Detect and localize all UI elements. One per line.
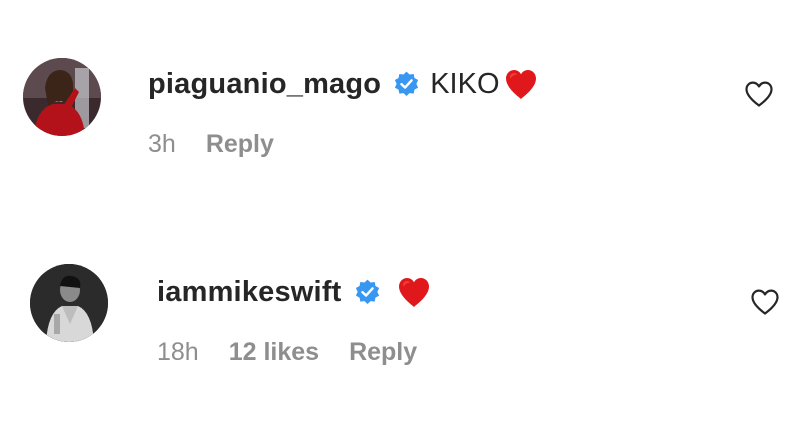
avatar-image: [23, 58, 101, 136]
username[interactable]: iammikeswift: [157, 276, 342, 309]
avatar[interactable]: [30, 264, 108, 342]
red-heart-emoji-icon: [504, 68, 538, 100]
timestamp: 3h: [148, 129, 176, 158]
verified-badge-icon: [393, 71, 420, 98]
reply-button[interactable]: Reply: [206, 130, 274, 159]
comment-item: iammikeswift 18h 12 likes Reply: [0, 262, 801, 382]
avatar[interactable]: [23, 58, 101, 136]
timestamp: 18h: [157, 337, 199, 366]
avatar-image: [30, 264, 108, 342]
comment-line: piaguanio_mago KIKO: [148, 64, 538, 104]
heart-outline-icon: [745, 81, 773, 107]
red-heart-emoji-icon: [397, 276, 431, 308]
comment-meta: 3h Reply: [148, 126, 274, 162]
verified-badge-icon: [354, 279, 381, 306]
like-button[interactable]: [750, 288, 780, 316]
like-button[interactable]: [744, 80, 774, 108]
reply-button[interactable]: Reply: [349, 338, 417, 367]
username[interactable]: piaguanio_mago: [148, 68, 381, 101]
comment-item: piaguanio_mago KIKO 3h Reply: [0, 56, 801, 176]
likes-count[interactable]: 12 likes: [229, 338, 319, 367]
comment-text: KIKO: [430, 67, 500, 100]
comment-meta: 18h 12 likes Reply: [157, 334, 417, 370]
comment-line: iammikeswift: [157, 272, 431, 312]
heart-outline-icon: [751, 289, 779, 315]
